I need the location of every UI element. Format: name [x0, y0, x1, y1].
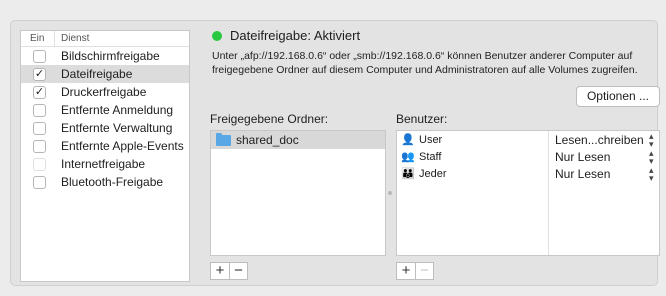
permission-select[interactable]: Lesen...chreiben [555, 133, 644, 147]
remove-folder-button[interactable]: − [229, 263, 247, 279]
folder-row[interactable]: shared_doc [211, 131, 385, 149]
service-checkbox[interactable] [33, 139, 46, 153]
service-row-dateifreigabe[interactable]: ✓ Dateifreigabe [21, 65, 189, 83]
service-label: Druckerfreigabe [61, 85, 147, 99]
add-folder-button[interactable]: + [211, 263, 229, 279]
service-label: Entfernte Anmeldung [61, 103, 174, 117]
add-user-button[interactable]: + [397, 263, 415, 279]
folders-add-remove: + − [210, 262, 248, 280]
service-checkbox[interactable] [33, 175, 46, 189]
shared-folders-label: Freigegebene Ordner: [210, 112, 329, 126]
status-description: Unter „afp://192.168.0.6“ oder „smb://19… [212, 50, 638, 76]
users-label: Benutzer: [396, 112, 448, 126]
user-name: User [419, 133, 443, 146]
permission-select[interactable]: Nur Lesen [555, 150, 610, 164]
chevron-updown-icon[interactable]: ▴ ▾ [649, 148, 654, 165]
user-row[interactable]: 👥 Staff Nur Lesen ▴ ▾ [397, 148, 659, 165]
services-list[interactable]: Ein Dienst Bildschirmfreigabe ✓ Dateifre… [20, 30, 190, 282]
service-row-internetfreigabe[interactable]: Internetfreigabe [21, 155, 189, 173]
single-user-icon: 👤 [401, 134, 415, 146]
service-label: Entfernte Verwaltung [61, 121, 173, 135]
status-indicator-icon [212, 31, 222, 41]
service-label: Dateifreigabe [61, 67, 133, 81]
service-row-bluetooth-freigabe[interactable]: Bluetooth-Freigabe [21, 173, 189, 191]
service-checkbox[interactable] [33, 121, 46, 135]
service-checkbox[interactable] [33, 103, 46, 117]
service-checkbox[interactable]: ✓ [33, 85, 46, 99]
users-add-remove: + − [396, 262, 434, 280]
chevron-updown-icon[interactable]: ▴ ▾ [649, 131, 654, 148]
user-name: Jeder [419, 167, 447, 180]
user-row[interactable]: 👪 Jeder Nur Lesen ▴ ▾ [397, 165, 659, 182]
on-column-header[interactable]: Ein [21, 31, 55, 46]
group-icon: 👥 [401, 151, 415, 163]
service-checkbox[interactable] [33, 157, 46, 171]
service-row-druckerfreigabe[interactable]: ✓ Druckerfreigabe [21, 83, 189, 101]
users-table[interactable]: 👤 User Lesen...chreiben ▴ ▾ 👥 Staff Nur L… [396, 130, 660, 256]
user-name: Staff [419, 150, 442, 163]
service-column-header[interactable]: Dienst [55, 33, 89, 44]
remove-user-button[interactable]: − [415, 263, 433, 279]
service-row-bildschirmfreigabe[interactable]: Bildschirmfreigabe [21, 47, 189, 65]
options-button[interactable]: Optionen ... [576, 86, 660, 107]
folder-name: shared_doc [236, 133, 299, 147]
service-label: Bildschirmfreigabe [61, 49, 160, 63]
folder-icon [216, 132, 231, 146]
service-label: Bluetooth-Freigabe [61, 175, 164, 189]
service-label: Entfernte Apple-Events [61, 139, 184, 153]
chevron-updown-icon[interactable]: ▴ ▾ [649, 165, 654, 182]
service-checkbox[interactable] [33, 49, 46, 63]
service-checkbox[interactable]: ✓ [33, 67, 46, 81]
split-handle[interactable] [388, 191, 392, 195]
service-row-entfernte-apple-events[interactable]: Entfernte Apple-Events [21, 137, 189, 155]
shared-folders-list[interactable]: shared_doc [210, 130, 386, 256]
service-label: Internetfreigabe [61, 157, 146, 171]
permission-select[interactable]: Nur Lesen [555, 167, 610, 181]
user-row[interactable]: 👤 User Lesen...chreiben ▴ ▾ [397, 131, 659, 148]
status-title: Dateifreigabe: Aktiviert [230, 28, 361, 43]
everyone-icon: 👪 [401, 168, 415, 180]
service-row-entfernte-verwaltung[interactable]: Entfernte Verwaltung [21, 119, 189, 137]
service-row-entfernte-anmeldung[interactable]: Entfernte Anmeldung [21, 101, 189, 119]
services-header: Ein Dienst [21, 31, 189, 47]
